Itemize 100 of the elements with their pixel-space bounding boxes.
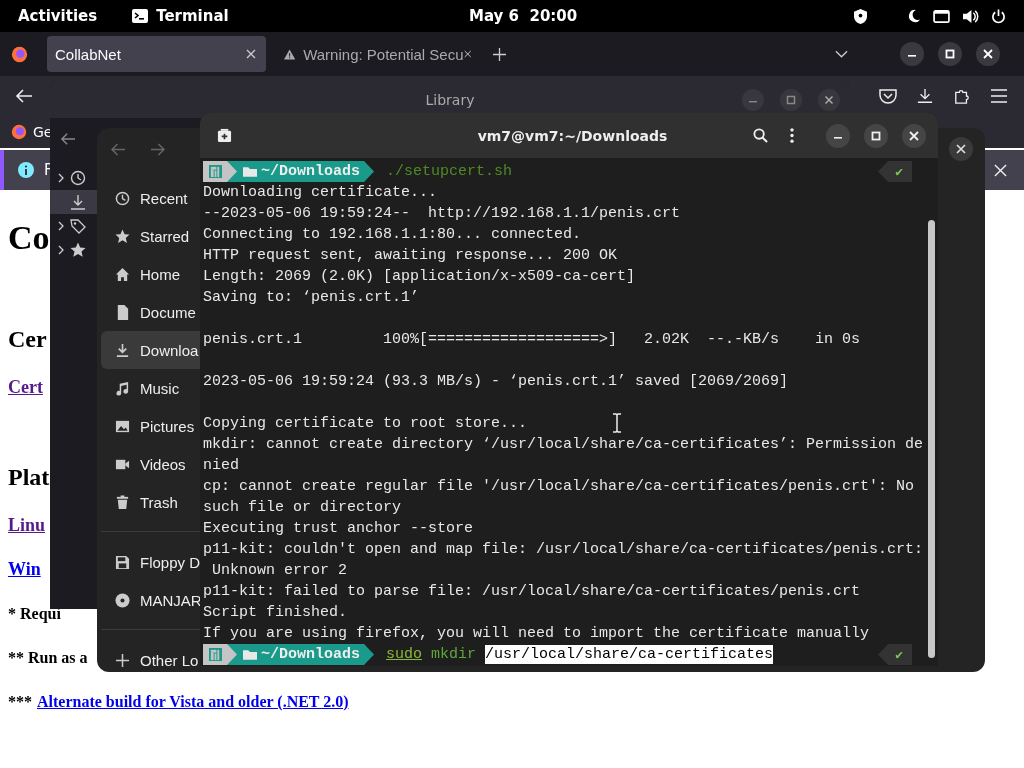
disc-icon (115, 592, 130, 608)
folder-icon (243, 649, 257, 660)
library-tree-item[interactable] (50, 190, 97, 214)
sidebar-item[interactable]: Other Lo (101, 641, 200, 672)
star-icon (70, 242, 86, 258)
browser-tab[interactable]: CollabNet (47, 36, 266, 72)
chevron-right-icon[interactable] (58, 245, 64, 255)
maximize-icon[interactable] (864, 123, 888, 148)
star-icon (115, 228, 130, 244)
window-title: Library (425, 92, 475, 108)
close-icon[interactable] (818, 89, 840, 111)
download-icon (115, 342, 130, 358)
clock-icon (70, 170, 86, 186)
folder-icon (243, 166, 257, 177)
back-arrow-icon[interactable] (60, 132, 76, 146)
chevron-right-icon[interactable] (58, 173, 64, 183)
speaker-icon[interactable] (962, 8, 979, 24)
prompt-path-segment: ~/Downloads (227, 644, 375, 665)
terminal-output-line: cp: cannot create regular file '/usr/local/share/ca-certificates/penis.crt': No (203, 477, 915, 497)
terminal-output-line: HTTP request sent, awaiting response... 200 OK (203, 246, 618, 266)
menu-icon[interactable] (990, 88, 1008, 104)
section-heading: Plat (8, 464, 50, 490)
terminal-output-line: p11-kit: couldn't open and map file: /usr/local/share/ca-certificates/penis.crt: (203, 540, 924, 560)
page-link[interactable]: Cert (8, 377, 43, 397)
browser-logo-icon (11, 45, 28, 63)
trash-icon (115, 494, 130, 510)
terminal-output-line: such file or directory (203, 498, 402, 518)
logo-icon (208, 165, 222, 178)
command-text: ./setupcert.sh (386, 162, 513, 181)
terminal-icon (132, 9, 149, 23)
sidebar-item[interactable]: Trash (101, 483, 200, 521)
sidebar-item[interactable]: Home (101, 255, 200, 293)
activities-button[interactable]: Activities (18, 7, 98, 25)
chevron-right-icon[interactable] (58, 221, 64, 231)
sidebar-item[interactable]: Music (101, 369, 200, 407)
command-text: /usr/local/share/ca-certificates (485, 645, 774, 664)
image-icon (115, 418, 130, 434)
shield-icon[interactable] (854, 8, 867, 24)
forward-arrow-icon[interactable] (150, 142, 165, 156)
footnote-text: * Requi (8, 604, 61, 623)
search-icon[interactable] (753, 128, 768, 143)
new-tab-icon[interactable] (493, 47, 506, 61)
terminal-output-line: If you are using firefox, you will need to import the certificate manually (203, 624, 870, 644)
moon-icon[interactable] (907, 9, 921, 23)
close-icon[interactable] (949, 137, 973, 161)
download-icon (70, 194, 86, 210)
sidebar-item[interactable]: Recent (101, 179, 200, 217)
chevron-down-icon[interactable] (835, 50, 848, 58)
terminal-output-line: mkdir: cannot create directory ‘/usr/local/share/ca-certificates’: Permission de (203, 435, 924, 455)
command-text: mkdir (431, 645, 477, 664)
pocket-icon[interactable] (879, 88, 897, 104)
plus-icon (115, 652, 130, 668)
sidebar-item[interactable]: Docume (101, 293, 200, 331)
page-link[interactable]: Alternate build for Vista and older (.NET 2.0) (37, 692, 349, 711)
minimize-icon[interactable] (900, 42, 924, 66)
terminal-output-line: Saving to: ‘penis.crt.1’ (203, 288, 420, 308)
download-icon[interactable] (916, 88, 934, 104)
browser-tab[interactable]: Warning: Potential Secu (276, 36, 481, 72)
terminal-output-line: Copying certificate to root store... (203, 414, 528, 434)
terminal-output-line: 2023-05-06 19:59:24 (93.3 MB/s) - ‘penis.crt.1’ saved [2069/2069] (203, 372, 789, 392)
window-title: vm7@vm7:~/Downloads (476, 127, 669, 144)
prompt-path-segment: ~/Downloads (227, 161, 375, 182)
warning-icon (284, 47, 296, 61)
prompt-status-segment: ✔ (878, 644, 913, 665)
display-icon[interactable] (933, 9, 950, 23)
page-link[interactable]: Win (8, 559, 41, 579)
app-menu[interactable]: Terminal (156, 7, 229, 25)
new-tab-icon[interactable] (217, 128, 232, 143)
maximize-icon[interactable] (938, 42, 962, 66)
power-icon[interactable] (991, 8, 1006, 24)
terminal-output-line: penis.crt.1 100%[===================>] 2.02K --.-KB/s in 0s (203, 330, 861, 350)
terminal-output-line: Connecting to 192.168.1.1:80... connected. (203, 225, 582, 245)
close-icon[interactable] (902, 123, 926, 148)
puzzle-piece-icon[interactable] (953, 88, 971, 104)
sidebar-item[interactable]: Videos (101, 445, 200, 483)
close-icon[interactable] (246, 49, 256, 59)
footnote-text: ** Run as a (8, 648, 88, 667)
scrollbar[interactable] (927, 220, 935, 658)
close-icon[interactable] (463, 49, 471, 59)
home-icon (115, 266, 130, 282)
page-link[interactable]: Linu (8, 515, 46, 535)
music-note-icon (115, 380, 130, 396)
terminal-output-line: Unknown error 2 (211, 561, 348, 581)
terminal-output-line: Script finished. (203, 603, 348, 623)
browser-logo-icon (11, 124, 27, 140)
clock[interactable]: May 6 20:00 (469, 7, 578, 25)
sidebar-item[interactable]: MANJAR (101, 581, 200, 619)
section-heading: Cer (8, 326, 47, 352)
prompt-status-segment: ✔ (878, 161, 913, 182)
sidebar-item[interactable]: Starred (101, 217, 200, 255)
terminal-output-line: Executing trust anchor --store (203, 519, 474, 539)
clock-icon (115, 190, 130, 206)
menu-icon[interactable] (790, 128, 794, 143)
info-icon (18, 162, 34, 178)
minimize-icon[interactable] (826, 123, 850, 148)
close-icon[interactable] (976, 42, 1000, 66)
sidebar-item[interactable]: Pictures (101, 407, 200, 445)
document-icon (115, 304, 130, 320)
terminal-output-line: p11-kit: failed to parse file: /usr/local/share/ca-certificates/penis.crt (203, 582, 861, 602)
sidebar-item[interactable]: Downloa (101, 331, 200, 369)
